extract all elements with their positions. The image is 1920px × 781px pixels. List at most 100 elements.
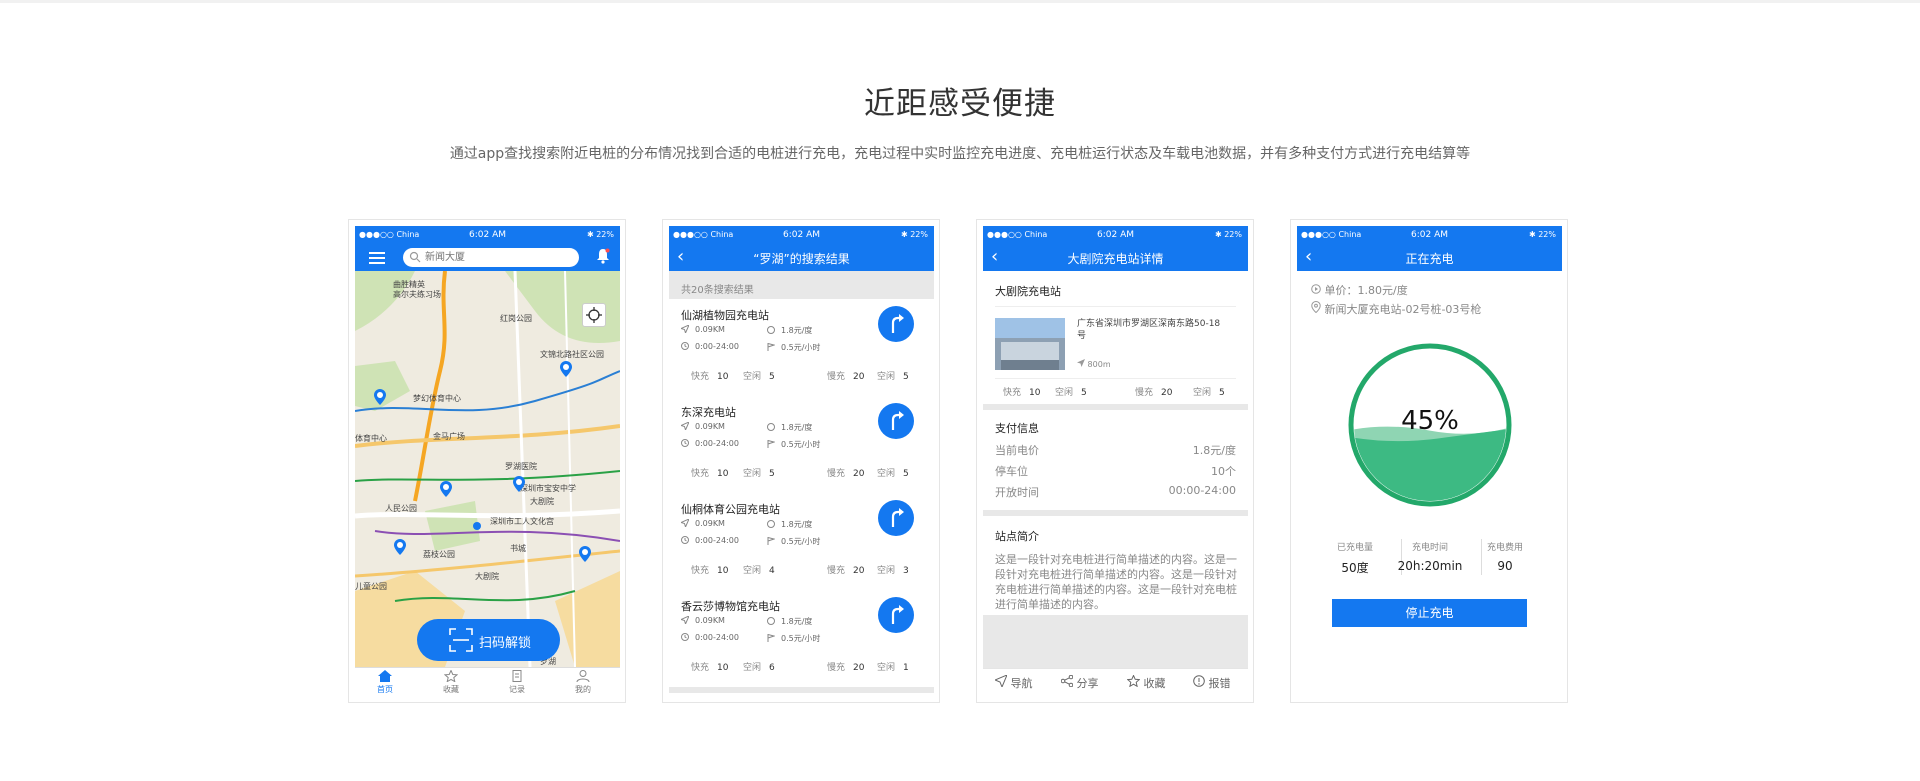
status-bar: ●●●○○ China 6:02 AM ✱ 22% (355, 226, 620, 244)
station-name: 东深充电站 (681, 406, 736, 419)
crosshair-icon (586, 307, 602, 323)
route-arrow-icon (891, 605, 904, 624)
station-pin-icon[interactable] (440, 481, 452, 497)
home-icon (378, 670, 392, 682)
detail-header: ‹ 大剧院充电站详情 (983, 244, 1248, 271)
station-list-item[interactable]: 东深充电站 0.09KM 1.8元/度 0:00-24:00 0.5元/小时 快充 10 空闲… (669, 396, 934, 499)
payment-section-title: 支付信息 (995, 422, 1039, 435)
locate-button[interactable] (582, 303, 606, 327)
navigation-arrow-icon (993, 674, 1008, 689)
price-icon (767, 617, 775, 625)
route-arrow-icon (891, 314, 904, 333)
tab-records[interactable]: 记录 (487, 670, 547, 694)
intro-text: 这是一段针对充电桩进行简单描述的内容。这是一段针对充电桩进行简单描述的内容。这是… (995, 553, 1237, 611)
page-subtitle: 通过app查找搜索附近电桩的分布情况找到合适的电桩进行充电，充电过程中实时监控充… (449, 146, 1471, 162)
parking-flag-icon (767, 342, 776, 351)
star-icon (443, 669, 459, 683)
charging-location: 新闻大厦充电站-02号桩-03号枪 (1311, 300, 1481, 317)
status-bar: ●●●○○ China 6:02 AM ✱ 22% (1297, 226, 1562, 244)
status-bar: ●●●○○ China 6:02 AM ✱ 22% (669, 226, 934, 244)
detail-title: 大剧院充电站详情 (1067, 252, 1164, 266)
navigation-arrow-icon (679, 324, 690, 335)
action-bar: 导航 分享 收藏 报错 (983, 668, 1248, 694)
station-pin-icon[interactable] (394, 539, 406, 555)
station-name: 香云莎博物馆充电站 (681, 600, 780, 613)
navigate-button[interactable]: 导航 (993, 674, 1033, 691)
map-roads (355, 271, 620, 667)
charging-screen: ●●●○○ China 6:02 AM ✱ 22% ‹ 正在充电 单价：1.80… (1297, 226, 1562, 694)
tab-favorites[interactable]: 收藏 (421, 669, 481, 694)
price-icon (767, 326, 775, 334)
station-pin-icon[interactable] (579, 546, 591, 562)
charge-water-front (1354, 428, 1506, 501)
stat-charging-fee: 充电费用 90 (1486, 543, 1523, 573)
navigate-button[interactable] (878, 403, 914, 439)
station-address: 广东省深圳市罗湖区深南东路50-18号 (1077, 319, 1221, 341)
navigate-button[interactable] (878, 500, 914, 536)
scan-unlock-button[interactable]: 扫码解锁 (417, 619, 560, 661)
location-pin-icon (1311, 300, 1321, 314)
page-title: 近距感受便捷 (864, 86, 1056, 122)
phone-frame-charging: ●●●○○ China 6:02 AM ✱ 22% ‹ 正在充电 单价：1.80… (1290, 219, 1568, 703)
parking-flag-icon (767, 536, 776, 545)
station-name: 仙湖植物园充电站 (681, 309, 769, 322)
map-view[interactable]: 曲胜精英 高尔夫练习场 红岗公园 文锦北路社区公园 梦幻体育中心 体育中心 金马… (355, 271, 620, 667)
share-icon (1060, 674, 1074, 688)
tab-home[interactable]: 首页 (355, 670, 415, 694)
tab-profile[interactable]: 我的 (553, 670, 613, 694)
station-list-item[interactable]: 仙湖植物园充电站 0.09KM 1.8元/度 0:00-24:00 0.5元/小时 快充 1… (669, 299, 934, 402)
navigate-button[interactable] (878, 597, 914, 633)
results-title: “罗湖”的搜索结果 (753, 252, 850, 266)
results-screen: ●●●○○ China 6:02 AM ✱ 22% ‹ “罗湖”的搜索结果 共2… (669, 226, 934, 694)
clock-icon (681, 342, 689, 350)
phone-frame-detail: ●●●○○ China 6:02 AM ✱ 22% ‹ 大剧院充电站详情 大剧院… (976, 219, 1254, 703)
share-button[interactable]: 分享 (1060, 674, 1099, 691)
result-count-bar: 共20条搜索结果 (669, 271, 934, 299)
search-box[interactable] (403, 248, 579, 267)
phone-frame-results: ●●●○○ China 6:02 AM ✱ 22% ‹ “罗湖”的搜索结果 共2… (662, 219, 940, 703)
search-icon (409, 251, 421, 263)
navigation-arrow-icon (1077, 359, 1085, 367)
charging-header: ‹ 正在充电 (1297, 244, 1562, 271)
scan-icon (449, 628, 473, 652)
station-pin-icon[interactable] (374, 389, 386, 405)
clock-icon (681, 536, 689, 544)
menu-icon[interactable] (369, 252, 385, 264)
alert-icon (1193, 675, 1205, 687)
station-list-item[interactable]: 仙桐体育公园充电站 0.09KM 1.8元/度 0:00-24:00 0.5元/小时 快充… (669, 493, 934, 596)
charge-percentage: 45% (1401, 406, 1459, 436)
search-input[interactable] (425, 250, 565, 264)
unit-price: 单价：1.80元/度 (1311, 282, 1408, 298)
station-distance: 800m (1077, 359, 1111, 369)
station-pin-icon[interactable] (513, 476, 525, 492)
price-icon (767, 520, 775, 528)
clock-icon (681, 633, 689, 641)
phone-frame-map: ●●●○○ China 6:02 AM ✱ 22% 新闻大厦 曲胜精英 高尔夫练… (348, 219, 626, 703)
parking-flag-icon (767, 633, 776, 642)
station-name: 仙桐体育公园充电站 (681, 503, 780, 516)
navigation-arrow-icon (679, 421, 690, 432)
station-name: 大剧院充电站 (995, 285, 1061, 298)
top-divider (0, 0, 1920, 3)
navigation-arrow-icon (679, 518, 690, 529)
station-list-item[interactable]: 香云莎博物馆充电站 0.09KM 1.8元/度 0:00-24:00 0.5元/小时 快充… (669, 590, 934, 693)
route-arrow-icon (891, 508, 904, 527)
user-icon (576, 670, 590, 683)
navigation-arrow-icon (679, 615, 690, 626)
star-icon (1126, 674, 1141, 688)
favorite-button[interactable]: 收藏 (1126, 674, 1166, 691)
status-bar: ●●●○○ China 6:02 AM ✱ 22% (983, 226, 1248, 244)
map-header (355, 244, 620, 271)
parking-flag-icon (767, 439, 776, 448)
tab-bar: 首页 收藏 记录 我的 (355, 667, 620, 694)
price-icon (767, 423, 775, 431)
document-icon (512, 670, 522, 682)
clock-icon (1311, 284, 1321, 294)
report-error-button[interactable]: 报错 (1193, 675, 1231, 691)
bell-icon[interactable] (596, 248, 610, 264)
results-header: ‹ “罗湖”的搜索结果 (669, 244, 934, 271)
station-pin-icon[interactable] (560, 361, 572, 377)
route-arrow-icon (891, 411, 904, 430)
stop-charging-button[interactable]: 停止充电 (1332, 599, 1527, 627)
navigate-button[interactable] (878, 306, 914, 342)
